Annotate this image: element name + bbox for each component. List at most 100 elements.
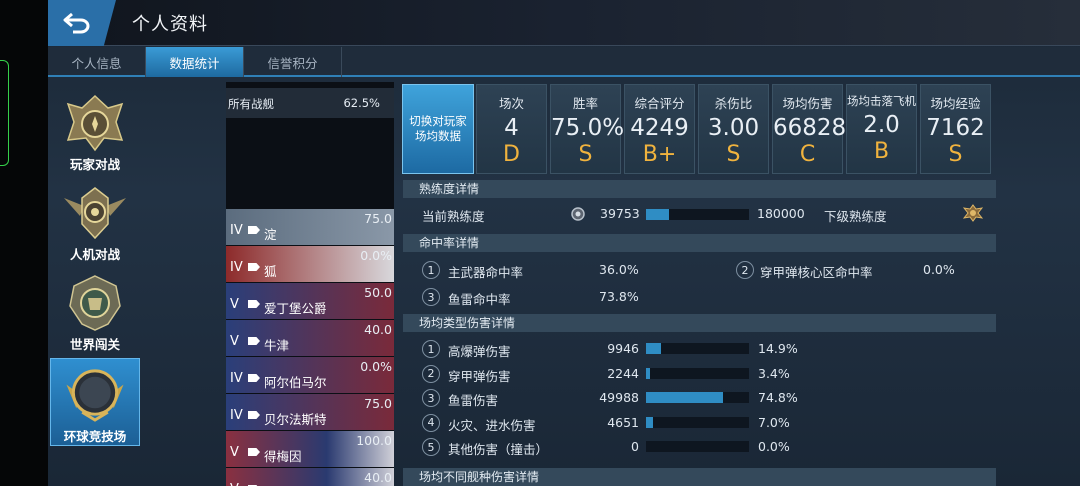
hit-rate-label: 主武器命中率: [448, 265, 524, 280]
ship-tier: IV: [230, 371, 243, 386]
tab-data-statistics[interactable]: 数据统计: [146, 47, 244, 77]
index-badge: 3: [422, 288, 440, 306]
proficiency-bar: [646, 209, 749, 220]
proficiency-bar-fill: [646, 209, 669, 220]
stat-card: 场均伤害 66828 C: [772, 84, 846, 174]
mode-pvp[interactable]: 玩家对战: [50, 88, 140, 176]
back-arrow-icon: [63, 12, 90, 34]
damage-bar: [646, 416, 749, 428]
damage-bar: [646, 343, 749, 354]
index-badge: 5: [422, 438, 440, 456]
tab-personal-info[interactable]: 个人信息: [48, 47, 146, 77]
stat-label: 胜率: [572, 96, 598, 111]
index-badge: 1: [422, 340, 440, 358]
next-level-badge-icon: [963, 204, 983, 222]
stat-label: 杀伤比: [714, 96, 753, 111]
ship-item[interactable]: IV 阿尔伯马尔 0.0%: [226, 357, 394, 394]
ship-name: 爱丁堡公爵: [264, 301, 327, 316]
damage-bar-fill: [646, 416, 654, 428]
stat-value: 7162: [926, 115, 985, 141]
stat-value: 4249: [630, 115, 689, 141]
ship-name: 贝尔法斯特: [264, 412, 327, 427]
tab-bar: 个人信息 数据统计 信誉积分: [48, 47, 1080, 77]
all-ships-row[interactable]: 所有战舰 62.5%: [226, 88, 394, 118]
hit-rate-value: 73.8%: [599, 289, 639, 304]
index-badge: 1: [422, 261, 440, 279]
current-proficiency-value: 39753: [600, 206, 640, 221]
stat-grade: S: [726, 142, 741, 167]
ship-tier: IV: [230, 260, 243, 275]
ship-item[interactable]: IV 贝尔法斯特 75.0: [226, 394, 394, 431]
section-header: 熟练度详情: [403, 180, 996, 198]
ship-class-icon: [248, 448, 260, 456]
damage-type-label: 火灾、进水伤害: [448, 417, 536, 433]
section-header: 命中率详情: [403, 234, 996, 252]
damage-bar: [646, 441, 749, 452]
hit-rate-label: 穿甲弹核心区命中率: [760, 265, 873, 280]
ship-item[interactable]: IV 淀 75.0: [226, 209, 394, 246]
ship-class-icon: [248, 226, 260, 234]
stat-grade: S: [948, 142, 963, 167]
damage-bar-fill: [646, 343, 662, 354]
next-proficiency-label: 下级熟练度: [824, 209, 887, 224]
ship-item[interactable]: V 40.0: [226, 468, 394, 486]
damage-type-label: 鱼雷伤害: [448, 393, 499, 408]
stat-grade: D: [503, 142, 520, 167]
ship-value: 0.0%: [360, 248, 392, 263]
back-button[interactable]: [48, 0, 116, 46]
damage-bar: [646, 367, 749, 379]
world-badge-icon: [69, 275, 121, 331]
ship-tier: IV: [230, 223, 243, 238]
stat-label: 场均经验: [930, 96, 981, 111]
ship-value: 0.0%: [360, 359, 392, 374]
stat-grade: B+: [642, 142, 677, 167]
all-ships-value: 62.5%: [343, 96, 380, 110]
tab-reputation[interactable]: 信誉积分: [244, 47, 342, 77]
stat-label: 场均击落飞机: [847, 94, 916, 108]
stat-card: 场均经验 7162 S: [920, 84, 991, 174]
ship-class-icon: [248, 374, 260, 382]
stat-label: 综合评分: [634, 96, 685, 111]
stat-card: 场均击落飞机 2.0 B: [846, 84, 917, 174]
index-badge: 2: [422, 364, 440, 383]
app: 个人资料 个人信息 数据统计 信誉积分 玩家对战 人机对战 世界闯关 环球竞技场…: [48, 0, 1080, 486]
stat-card: 综合评分 4249 B+: [624, 84, 695, 174]
ship-item[interactable]: V 牛津 40.0: [226, 320, 394, 357]
ship-value: 100.0: [356, 433, 392, 448]
stat-grade: B: [873, 139, 890, 164]
damage-bar-fill: [646, 392, 724, 403]
header: 个人资料: [48, 0, 1080, 46]
ship-name: 牛津: [264, 338, 290, 353]
ship-class-icon: [248, 300, 260, 308]
section-header: 场均类型伤害详情: [403, 314, 996, 332]
ship-value: 75.0: [364, 396, 392, 411]
damage-percent: 74.8%: [758, 390, 798, 405]
ship-tier: V: [230, 482, 239, 486]
ship-name: 得梅因: [264, 449, 302, 464]
ship-item[interactable]: V 得梅因 100.0: [226, 431, 394, 468]
damage-type-label: 其他伤害（撞击）: [448, 442, 549, 457]
stat-value: 4: [504, 115, 519, 141]
mode-pve[interactable]: 人机对战: [50, 178, 140, 266]
index-badge: 4: [422, 413, 440, 432]
mode-global-arena[interactable]: 环球竞技场: [50, 358, 140, 446]
switch-data-button[interactable]: 切换对玩家场均数据: [402, 84, 474, 174]
pve-badge-icon: [64, 187, 126, 240]
hit-rate-value: 0.0%: [923, 262, 955, 277]
index-badge: 2: [736, 261, 754, 279]
stat-card: 胜率 75.0% S: [550, 84, 624, 174]
stat-value: 2.0: [863, 112, 900, 138]
damage-percent: 0.0%: [758, 439, 790, 454]
damage-percent: 3.4%: [758, 365, 790, 381]
mode-label: 玩家对战: [69, 157, 120, 172]
pvp-badge-icon: [66, 94, 124, 152]
ship-item[interactable]: V 爱丁堡公爵 50.0: [226, 283, 394, 320]
stat-label: 场次: [498, 96, 524, 111]
damage-percent: 14.9%: [758, 341, 798, 356]
mode-world[interactable]: 世界闯关: [50, 268, 140, 356]
ship-item[interactable]: IV 狐 0.0%: [226, 246, 394, 283]
ship-list: 所有战舰 62.5% IV 淀 75.0 IV 狐 0.0% V 爱丁堡公爵 5…: [226, 82, 394, 486]
mode-label: 世界闯关: [69, 337, 120, 352]
ship-name: 阿尔伯马尔: [264, 375, 327, 390]
section-header: 场均不同舰种伤害详情: [403, 468, 996, 486]
